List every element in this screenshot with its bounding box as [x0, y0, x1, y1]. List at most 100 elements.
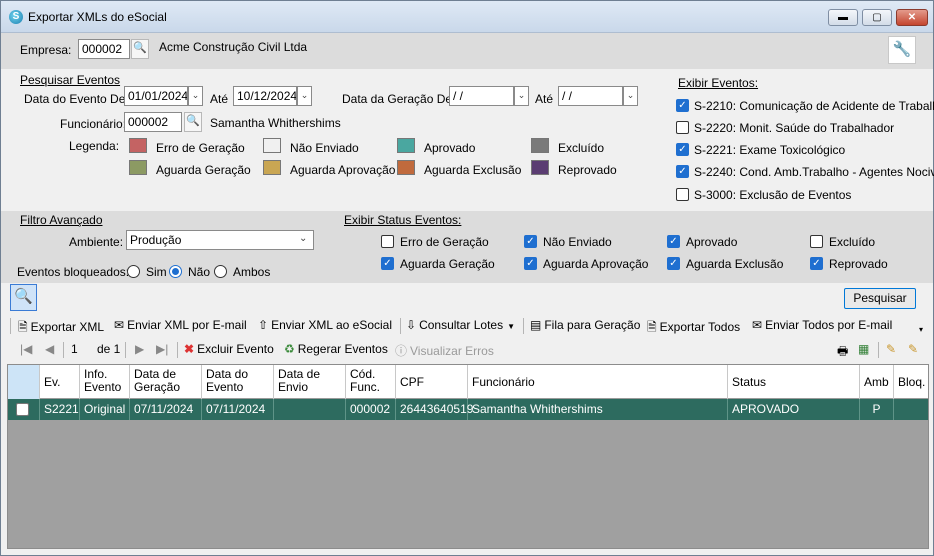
print-preview-icon[interactable]: 🖶: [837, 342, 848, 363]
data-evento-de-dropdown-icon[interactable]: ⌄: [188, 86, 203, 106]
legend-swatch-aguarda-exclusao: [397, 160, 415, 175]
table-row[interactable]: S2221 Original 07/11/2024 07/11/2024 000…: [8, 399, 928, 420]
status-aprovado-checkbox[interactable]: ✓: [667, 235, 680, 248]
row-checkbox[interactable]: [16, 403, 29, 416]
evento-s2240-checkbox[interactable]: ✓: [676, 165, 689, 178]
legend-label-aprovado: Aprovado: [424, 141, 476, 155]
cell-data-evento: 07/11/2024: [202, 399, 274, 420]
toolbar-overflow-icon[interactable]: ▾: [919, 325, 923, 334]
data-evento-ate-field[interactable]: 10/12/2024: [233, 86, 297, 106]
regerar-eventos-button[interactable]: ♻ Regerar Eventos: [284, 342, 388, 356]
empresa-search-icon[interactable]: 🔍: [131, 39, 149, 59]
data-geracao-de-dropdown-icon[interactable]: ⌄: [514, 86, 529, 106]
status-erro-geracao-label: Erro de Geração: [400, 235, 489, 249]
visualizar-erros-button[interactable]: ⓘ Visualizar Erros: [395, 342, 494, 359]
status-aguarda-aprovacao-checkbox[interactable]: ✓: [524, 257, 537, 270]
nav-separator: [878, 342, 879, 358]
header-bloq[interactable]: Bloq.: [894, 365, 928, 399]
header-data-geracao[interactable]: Data de Geração: [130, 365, 202, 399]
bloqueados-ambos-label: Ambos: [233, 265, 271, 279]
empresa-section: Empresa: 000002 🔍 Acme Construção Civil …: [1, 33, 933, 69]
data-geracao-ate-field[interactable]: / /: [558, 86, 623, 106]
evento-s2220-label: S-2220: Monit. Saúde do Trabalhador: [694, 121, 895, 135]
pencil-clear-icon[interactable]: ✎: [908, 342, 918, 356]
evento-s2210-checkbox[interactable]: ✓: [676, 99, 689, 112]
data-geracao-ate-dropdown-icon[interactable]: ⌄: [623, 86, 638, 106]
prev-page-icon[interactable]: ◀: [45, 342, 54, 356]
enviar-todos-label: Enviar Todos por E-mail: [765, 318, 893, 332]
enviar-email-label: Enviar XML por E-mail: [127, 318, 247, 332]
pencil-edit-icon[interactable]: ✎: [886, 342, 896, 356]
header-data-envio[interactable]: Data de Envio: [274, 365, 346, 399]
funcionario-code-field[interactable]: 000002: [124, 112, 182, 132]
header-funcionario[interactable]: Funcionário: [468, 365, 728, 399]
status-aguarda-exclusao-checkbox[interactable]: ✓: [667, 257, 680, 270]
excluir-evento-button[interactable]: ✖ Excluir Evento: [184, 342, 274, 356]
bloqueados-sim-radio[interactable]: [127, 265, 140, 278]
exportar-todos-button[interactable]: 🗎 Exportar Todos: [647, 318, 740, 339]
status-erro-geracao-checkbox[interactable]: [381, 235, 394, 248]
bloqueados-nao-label: Não: [188, 265, 211, 279]
legend-label-aguarda-exclusao: Aguarda Exclusão: [424, 163, 522, 177]
empresa-code-field[interactable]: 000002: [78, 39, 130, 59]
data-evento-ate-dropdown-icon[interactable]: ⌄: [297, 86, 312, 106]
data-evento-de-field[interactable]: 01/01/2024: [124, 86, 188, 106]
header-cpf[interactable]: CPF: [396, 365, 468, 399]
legend-swatch-aguarda-aprovacao: [263, 160, 281, 175]
header-ev[interactable]: Ev.: [40, 365, 80, 399]
email-all-icon: ✉: [752, 318, 763, 332]
ambiente-chevron-down-icon[interactable]: ⌄: [299, 233, 307, 244]
bloqueados-nao-radio[interactable]: [169, 265, 182, 278]
header-status[interactable]: Status: [728, 365, 860, 399]
export-file-icon: 🗎: [18, 320, 28, 334]
header-data-evento[interactable]: Data do Evento: [202, 365, 274, 399]
legend-label-excluido: Excluído: [558, 141, 605, 155]
consultar-lotes-label: Consultar Lotes: [419, 318, 504, 332]
maximize-button[interactable]: ▢: [862, 9, 892, 26]
cell-status: APROVADO: [728, 399, 860, 420]
data-geracao-de-field[interactable]: / /: [449, 86, 514, 106]
header-cod-func[interactable]: Cód. Func.: [346, 365, 396, 399]
consultar-lotes-button[interactable]: ⇩ Consultar Lotes ▼: [406, 318, 515, 332]
pesquisar-button[interactable]: Pesquisar: [844, 288, 916, 309]
pesquisar-title: Pesquisar Eventos: [20, 73, 121, 87]
toolbar-separator: [523, 318, 524, 334]
status-aguarda-geracao-checkbox[interactable]: ✓: [381, 257, 394, 270]
enviar-todos-button[interactable]: ✉ Enviar Todos por E-mail: [752, 318, 892, 332]
page-number-field[interactable]: 1: [71, 342, 78, 356]
upload-icon: ⇧: [258, 318, 269, 332]
events-grid: Ev. Info. Evento Data de Geração Data do…: [7, 364, 929, 549]
fila-geracao-button[interactable]: ▤ Fila para Geração: [530, 318, 640, 332]
status-excluido-checkbox[interactable]: [810, 235, 823, 248]
evento-s2221-checkbox[interactable]: ✓: [676, 143, 689, 156]
excel-export-icon[interactable]: ▦: [858, 342, 869, 356]
settings-wrench-icon[interactable]: 🔧: [888, 36, 916, 64]
header-info-evento[interactable]: Info. Evento: [80, 365, 130, 399]
bloqueados-ambos-radio[interactable]: [214, 265, 227, 278]
data-geracao-label: Data da Geração De:: [342, 92, 456, 106]
filtro-section: Filtro Avançado Ambiente: Produção ⌄ Eve…: [1, 211, 933, 283]
evento-s2220-checkbox[interactable]: [676, 121, 689, 134]
funcionario-search-icon[interactable]: 🔍: [184, 112, 202, 132]
exportar-xml-button[interactable]: 🗎 Exportar XML: [18, 318, 104, 339]
row-selector-header: [8, 365, 40, 399]
row-select-cell[interactable]: [8, 399, 40, 420]
last-page-icon[interactable]: ▶|: [156, 342, 168, 356]
status-nao-enviado-checkbox[interactable]: ✓: [524, 235, 537, 248]
exibir-eventos-title: Exibir Eventos:: [678, 76, 759, 90]
search-magnifier-icon[interactable]: 🔍: [10, 284, 37, 311]
status-reprovado-checkbox[interactable]: ✓: [810, 257, 823, 270]
action-toolbar: 🗎 Exportar XML ✉ Enviar XML por E-mail ⇧ En…: [1, 314, 933, 338]
next-page-icon[interactable]: ▶: [135, 342, 144, 356]
legend-label-reprovado: Reprovado: [558, 163, 617, 177]
first-page-icon[interactable]: |◀: [20, 342, 32, 356]
evento-s3000-checkbox[interactable]: [676, 188, 689, 201]
minimize-button[interactable]: ▬: [828, 9, 858, 26]
header-amb[interactable]: Amb: [860, 365, 894, 399]
close-button[interactable]: ✕: [896, 9, 928, 26]
enviar-esocial-button[interactable]: ⇧ Enviar XML ao eSocial: [258, 318, 392, 332]
enviar-email-button[interactable]: ✉ Enviar XML por E-mail: [114, 318, 247, 332]
legend-label-nao-enviado: Não Enviado: [290, 141, 359, 155]
ambiente-select[interactable]: Produção: [126, 230, 314, 250]
grid-header: Ev. Info. Evento Data de Geração Data do…: [8, 365, 928, 399]
